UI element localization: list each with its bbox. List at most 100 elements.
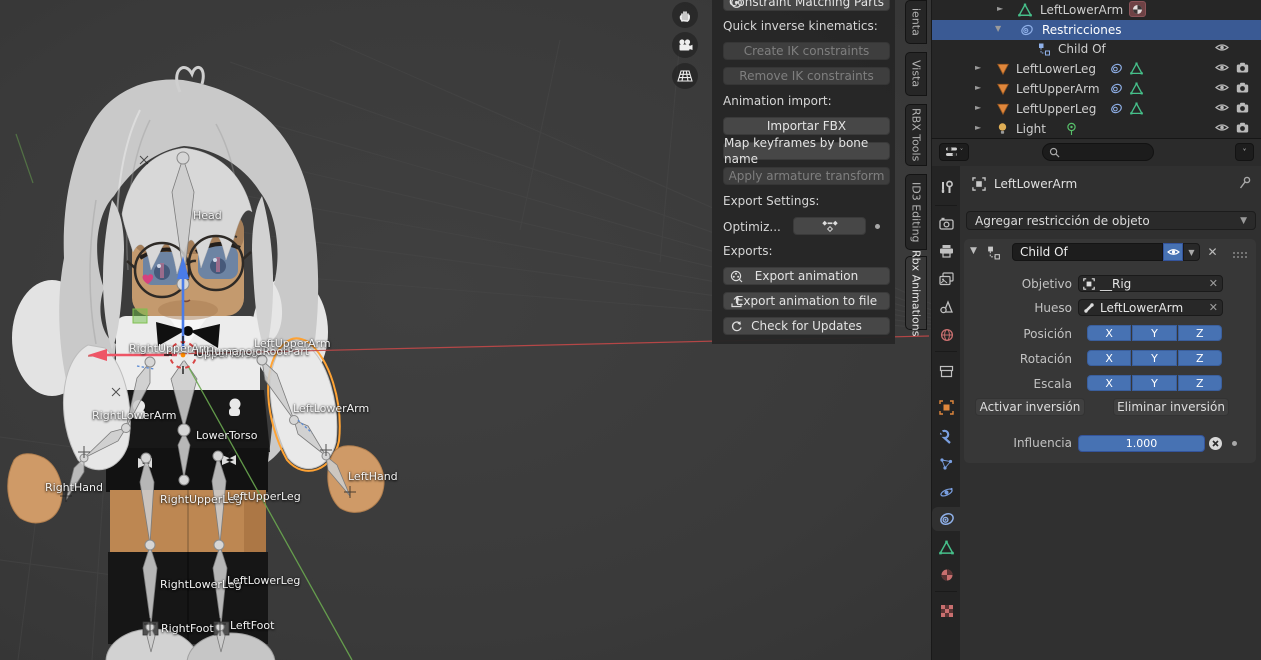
panel-collapse-icon[interactable]: ▼ xyxy=(970,246,977,256)
header-options-button[interactable]: ˅ xyxy=(1235,143,1254,161)
tab-constraints[interactable] xyxy=(932,507,961,531)
tab-rbx-animations[interactable]: Rbx Animations xyxy=(905,250,927,336)
search-input[interactable] xyxy=(1060,144,1146,160)
tab-herramienta[interactable]: ienta xyxy=(905,0,927,44)
influence-reset-button[interactable] xyxy=(1207,435,1224,452)
constraint-matching-parts-button[interactable]: Constraint Matching Parts xyxy=(723,0,890,11)
outliner-item-label[interactable]: Light xyxy=(1016,122,1046,136)
constraint-enable-toggle[interactable] xyxy=(1163,243,1183,261)
rotation-x-toggle[interactable]: X xyxy=(1087,350,1132,366)
collapse-arrow-icon[interactable]: ▼ xyxy=(995,24,1001,33)
remove-ik-button[interactable]: Remove IK constraints xyxy=(723,67,890,85)
animate-dot[interactable] xyxy=(875,224,880,229)
optimize-keyframes-toggle[interactable] xyxy=(793,217,866,235)
tab-texture[interactable] xyxy=(932,599,961,623)
expand-arrow-icon[interactable]: ► xyxy=(975,83,981,92)
render-camera-icon[interactable] xyxy=(1236,62,1250,76)
outliner-row-light[interactable]: ► Light xyxy=(932,119,1261,138)
add-constraint-dropdown[interactable]: Agregar restricción de objeto ▼ xyxy=(966,211,1256,230)
outliner-row-childof[interactable]: Child Of xyxy=(932,39,1261,59)
position-z-toggle[interactable]: Z xyxy=(1177,325,1222,341)
map-keyframes-button[interactable]: Map keyframes by bone name xyxy=(723,136,890,166)
animate-dot[interactable] xyxy=(1232,441,1237,446)
visibility-eye-icon[interactable] xyxy=(1215,82,1229,96)
apply-armature-button[interactable]: Apply armature transform xyxy=(723,167,890,185)
camera-view-gizmo[interactable] xyxy=(672,32,698,58)
rotation-z-toggle[interactable]: Z xyxy=(1177,350,1222,366)
outliner-item-label[interactable]: LeftUpperArm xyxy=(1016,82,1100,96)
properties-search[interactable] xyxy=(1042,143,1154,161)
outliner-item-label[interactable]: LeftUpperLeg xyxy=(1016,102,1096,116)
visibility-eye-icon[interactable] xyxy=(1215,42,1229,56)
visibility-eye-icon[interactable] xyxy=(1215,122,1229,136)
expand-arrow-icon[interactable]: ► xyxy=(975,123,981,132)
check-updates-button[interactable]: Check for Updates xyxy=(723,317,890,335)
expand-arrow-icon[interactable]: ► xyxy=(975,63,981,72)
position-x-toggle[interactable]: X xyxy=(1087,325,1132,341)
editor-type-button[interactable]: ˅ xyxy=(939,143,969,161)
outliner-item-label[interactable]: Restricciones xyxy=(1042,23,1122,37)
grid-view-gizmo[interactable] xyxy=(672,63,698,89)
bone-field[interactable]: LeftLowerArm ✕ xyxy=(1078,299,1223,316)
target-object-field[interactable]: __Rig ✕ xyxy=(1078,275,1223,292)
visibility-eye-icon[interactable] xyxy=(1215,102,1229,116)
pan-hand-gizmo[interactable] xyxy=(672,2,698,28)
tab-view-layer[interactable] xyxy=(932,267,961,291)
render-camera-icon[interactable] xyxy=(1236,122,1250,136)
tab-output[interactable] xyxy=(932,239,961,263)
tab-particles[interactable] xyxy=(932,452,961,476)
render-camera-icon[interactable] xyxy=(1236,82,1250,96)
scale-y-toggle[interactable]: Y xyxy=(1132,375,1177,391)
export-animation-file-button[interactable]: Export animation to file xyxy=(723,292,890,310)
tab-modifiers[interactable] xyxy=(932,424,961,448)
tab-object[interactable] xyxy=(932,395,961,419)
expand-arrow-icon[interactable]: ► xyxy=(975,103,981,112)
tab-render[interactable] xyxy=(932,211,961,235)
character-model[interactable] xyxy=(7,65,385,660)
outliner-item-label[interactable]: Child Of xyxy=(1058,42,1106,56)
tab-scene[interactable] xyxy=(932,295,961,319)
tab-world[interactable] xyxy=(932,323,961,347)
chevron-down-icon: ˅ xyxy=(1242,147,1247,157)
constraint-delete-button[interactable]: ✕ xyxy=(1205,243,1220,261)
clear-target-icon[interactable]: ✕ xyxy=(1209,277,1218,290)
set-inverse-button[interactable]: Activar inversión xyxy=(975,398,1085,416)
expand-arrow-icon[interactable]: ► xyxy=(997,4,1003,13)
rotation-y-toggle[interactable]: Y xyxy=(1132,350,1177,366)
constraint-name-field[interactable]: Child Of xyxy=(1012,243,1163,261)
constraint-extras-dropdown[interactable]: ▼ xyxy=(1183,243,1200,261)
outliner-item-label[interactable]: LeftLowerLeg xyxy=(1016,62,1096,76)
tab-tool[interactable] xyxy=(932,175,961,199)
pin-icon[interactable] xyxy=(1238,176,1252,193)
outliner-row-restricciones[interactable]: ▼ Restricciones xyxy=(932,20,1261,40)
tab-physics[interactable] xyxy=(932,480,961,504)
create-ik-button[interactable]: Create IK constraints xyxy=(723,42,890,60)
outliner-row-leftupperleg[interactable]: ► LeftUpperLeg xyxy=(932,99,1261,119)
drag-grip-icon[interactable] xyxy=(1232,248,1248,262)
influence-slider[interactable]: 1.000 xyxy=(1078,435,1205,452)
tab-rbx-tools[interactable]: RBX Tools xyxy=(905,104,927,166)
refresh-icon xyxy=(730,320,743,337)
outliner-row-leftupperarm[interactable]: ► LeftUpperArm xyxy=(932,79,1261,99)
export-animation-button[interactable]: Export animation xyxy=(723,267,890,285)
tab-vista[interactable]: Vista xyxy=(905,52,927,96)
position-y-toggle[interactable]: Y xyxy=(1132,325,1177,341)
light-object-gizmo[interactable] xyxy=(132,308,148,324)
visibility-eye-icon[interactable] xyxy=(1215,62,1229,76)
tab-object-data[interactable] xyxy=(932,535,961,559)
clear-bone-icon[interactable]: ✕ xyxy=(1209,301,1218,314)
outliner-row-leftlowerleg[interactable]: ► LeftLowerLeg xyxy=(932,59,1261,79)
outliner-row-leftlowerarm-mesh[interactable]: ► LeftLowerArm xyxy=(932,0,1261,20)
material-icon[interactable] xyxy=(1129,1,1146,17)
scale-z-toggle[interactable]: Z xyxy=(1177,375,1222,391)
import-fbx-button[interactable]: Importar FBX xyxy=(723,117,890,135)
tab-collection[interactable] xyxy=(932,359,961,383)
mesh-object-icon xyxy=(996,102,1010,116)
scale-x-toggle[interactable]: X xyxy=(1087,375,1132,391)
outliner-item-label[interactable]: LeftLowerArm xyxy=(1040,3,1123,17)
clear-inverse-button[interactable]: Eliminar inversión xyxy=(1113,398,1229,416)
grid-icon xyxy=(677,70,693,82)
tab-id3-editing[interactable]: ID3 Editing xyxy=(905,174,927,250)
tab-material[interactable] xyxy=(932,563,961,587)
render-camera-icon[interactable] xyxy=(1236,102,1250,116)
